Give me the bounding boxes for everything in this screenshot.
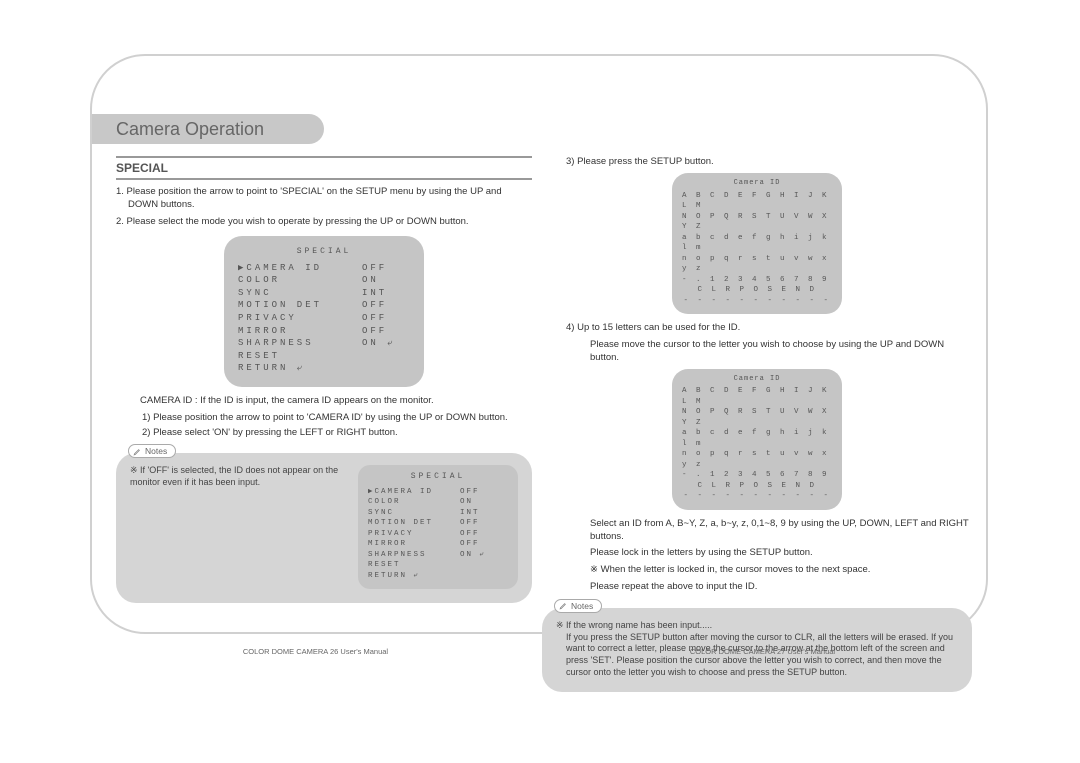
manual-page-frame: Camera Operation SPECIAL 1. Please posit… bbox=[90, 54, 988, 634]
section-title: Camera Operation bbox=[92, 114, 324, 144]
camera-id-step1: 1) Please position the arrow to point to… bbox=[116, 412, 532, 425]
section-title-text: Camera Operation bbox=[116, 119, 264, 140]
camera-id-charmap-2: Camera ID A B C D E F G H I J K L M N O … bbox=[672, 369, 842, 510]
camera-id-step2: 2) Please select 'ON' by pressing the LE… bbox=[116, 427, 532, 440]
repeat: Please repeat the above to input the ID. bbox=[542, 581, 972, 594]
step-4a: 4) Up to 15 letters can be used for the … bbox=[542, 322, 972, 335]
camera-id-intro: CAMERA ID : If the ID is input, the came… bbox=[116, 395, 532, 408]
camera-id-charmap-1: Camera ID A B C D E F G H I J K L M N O … bbox=[672, 173, 842, 314]
step-1: 1. Please position the arrow to point to… bbox=[116, 186, 532, 212]
page-footer: COLOR DOME CAMERA 26 User's Manual COLOR… bbox=[92, 647, 986, 656]
select-id: Select an ID from A, B~Y, Z, a, b~y, z, … bbox=[542, 518, 972, 544]
osd-special-menu: SPECIAL ▶CAMERA IDOFF COLORON SYNCINT MO… bbox=[224, 236, 424, 387]
osd-title: SPECIAL bbox=[238, 246, 410, 257]
lock-letters: Please lock in the letters by using the … bbox=[542, 547, 972, 560]
notes-tag: Notes bbox=[128, 444, 176, 458]
heading-special: SPECIAL bbox=[116, 156, 532, 180]
osd-special-menu-small: SPECIAL ▶CAMERA IDOFF COLORON SYNCINT MO… bbox=[358, 465, 518, 589]
step-4b: Please move the cursor to the letter you… bbox=[542, 339, 972, 365]
pencil-icon bbox=[559, 601, 568, 610]
footer-right: COLOR DOME CAMERA 27 User's Manual bbox=[539, 647, 986, 656]
step-3: 3) Please press the SETUP button. bbox=[542, 156, 972, 169]
note-text: ※ If 'OFF' is selected, the ID does not … bbox=[130, 465, 352, 488]
right-column: 3) Please press the SETUP button. Camera… bbox=[542, 156, 972, 692]
locked-cursor: ※ When the letter is locked in, the curs… bbox=[542, 564, 972, 577]
notes-tag: Notes bbox=[554, 599, 602, 613]
notes-box-left: Notes ※ If 'OFF' is selected, the ID doe… bbox=[116, 453, 532, 603]
step-2: 2. Please select the mode you wish to op… bbox=[116, 216, 532, 229]
footer-left: COLOR DOME CAMERA 26 User's Manual bbox=[92, 647, 539, 656]
left-column: SPECIAL 1. Please position the arrow to … bbox=[116, 156, 532, 603]
note2-heading: ※ If the wrong name has been input..... bbox=[556, 620, 958, 632]
pencil-icon bbox=[133, 447, 142, 456]
